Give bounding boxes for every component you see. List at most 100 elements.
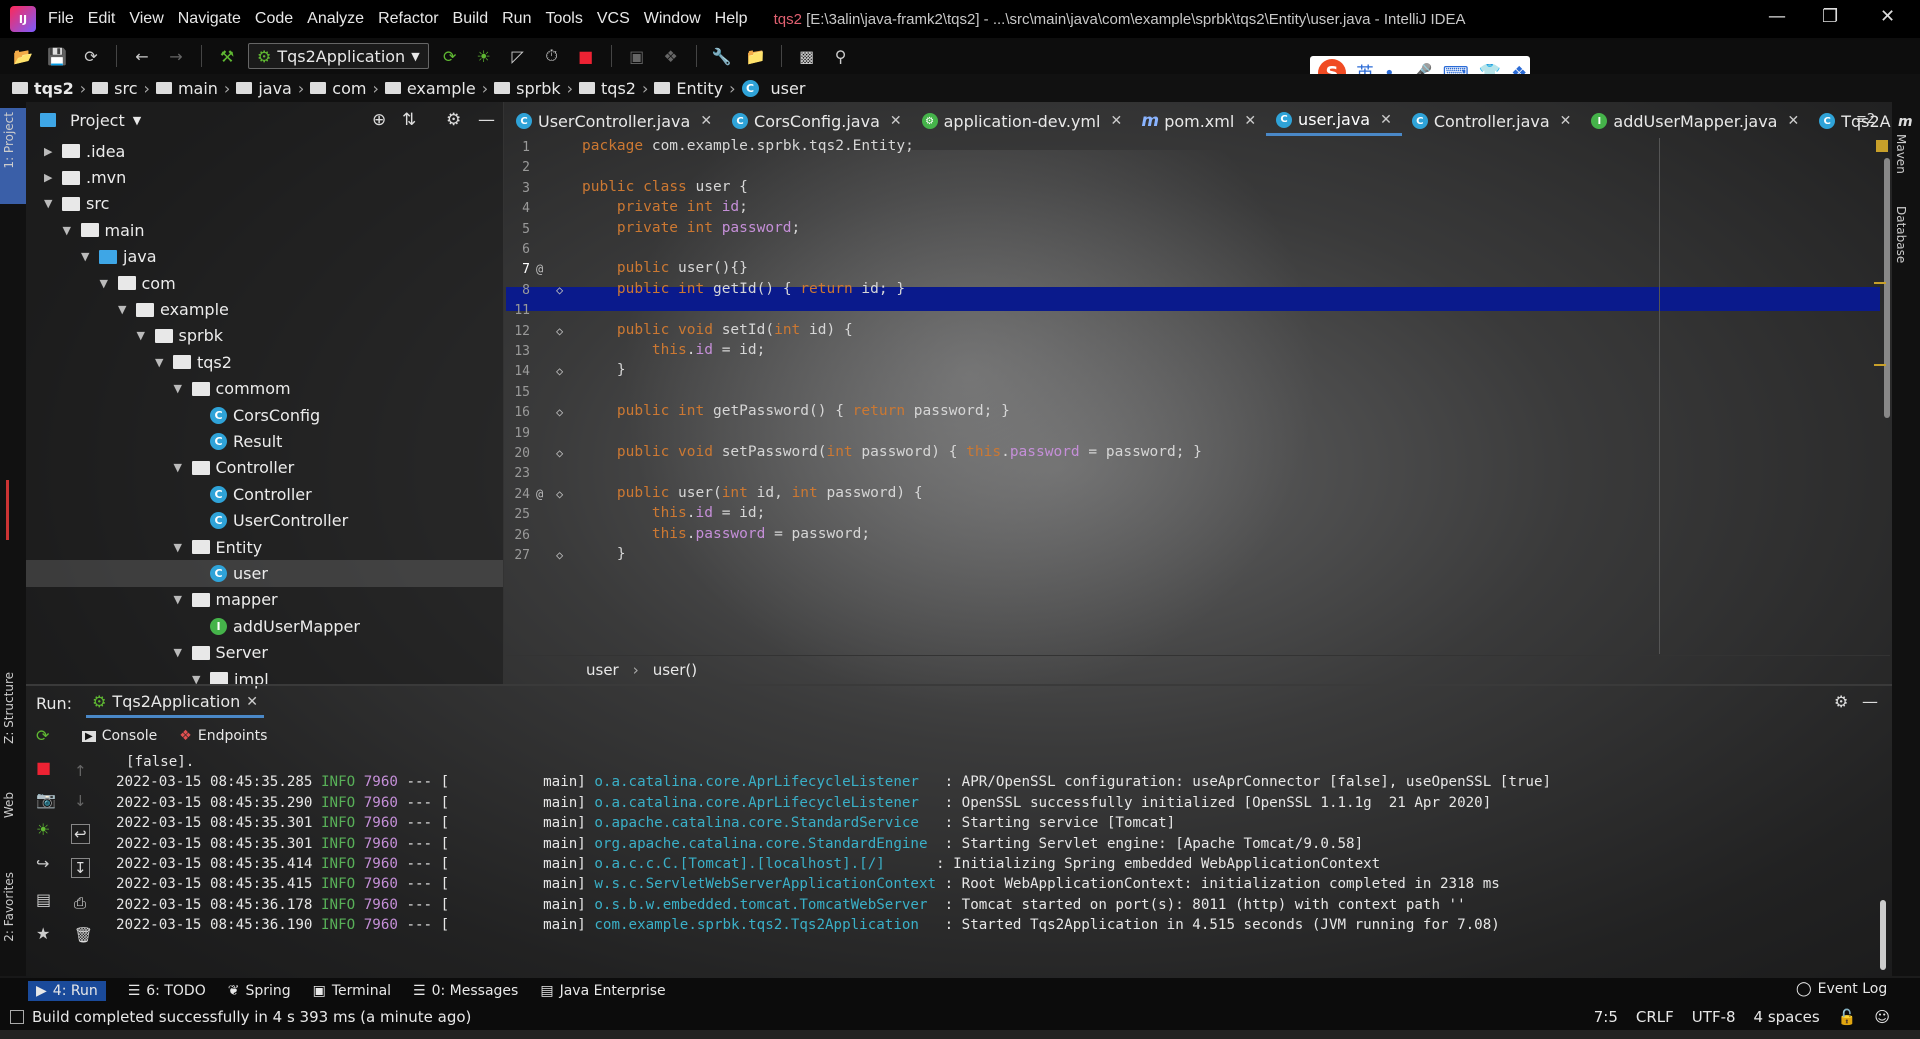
expand-arrow-icon[interactable]: ▼ [155, 356, 173, 369]
rerun-icon[interactable]: ⟳ [437, 43, 463, 69]
breadcrumb-item[interactable]: sprbk [494, 79, 561, 98]
layout-icon[interactable]: ▤ [36, 890, 51, 909]
tool-tab-project[interactable]: 1: Project [2, 112, 16, 169]
line-number[interactable]: 13 [506, 344, 530, 359]
tool-window-0-messages[interactable]: ☰ 0: Messages [413, 983, 518, 999]
caret-position[interactable]: 7:5 [1594, 1008, 1618, 1026]
project-structure-icon[interactable]: 📁 [743, 43, 769, 69]
log-line[interactable]: 2022-03-15 08:45:35.414 INFO 7960 --- [ … [116, 856, 1380, 872]
close-tab-icon[interactable]: ✕ [1380, 112, 1392, 128]
breadcrumb-item[interactable]: com [310, 79, 366, 98]
breadcrumb-item[interactable]: Cuser [741, 79, 805, 98]
forward-icon[interactable]: → [163, 43, 189, 69]
line-number[interactable]: 12 [506, 324, 530, 339]
fold-icon[interactable]: ◇ [556, 487, 563, 501]
tree-node-result[interactable]: C Result [26, 428, 503, 454]
line-number[interactable]: 8 [506, 283, 530, 298]
expand-arrow-icon[interactable]: ▼ [174, 461, 192, 474]
line-number[interactable]: 3 [506, 181, 530, 196]
tree-node-sprbk[interactable]: ▼ sprbk [26, 323, 503, 349]
breadcrumb-item[interactable]: example [384, 79, 476, 98]
tool-window-4-run[interactable]: ▶ 4: Run [28, 981, 106, 1001]
editor-tab-application-dev-yml[interactable]: ⚙ application-dev.yml ✕ [912, 106, 1133, 136]
line-separator[interactable]: CRLF [1636, 1008, 1674, 1026]
expand-arrow-icon[interactable]: ▼ [63, 224, 81, 237]
line-number[interactable]: 27 [506, 548, 530, 563]
menu-file[interactable]: File [48, 10, 74, 28]
breadcrumb-item[interactable]: src [92, 79, 138, 98]
menu-view[interactable]: View [129, 10, 163, 28]
tool-window-java-enterprise[interactable]: ▤ Java Enterprise [540, 983, 665, 999]
breadcrumb-item[interactable]: main [155, 79, 218, 98]
pin-icon[interactable]: ★ [36, 924, 50, 943]
close-tab-icon[interactable]: ✕ [890, 113, 902, 129]
hide-panel-icon[interactable]: — [478, 110, 495, 130]
menu-run[interactable]: Run [502, 10, 531, 28]
status-message[interactable]: Build completed successfully in 4 s 393 … [32, 1008, 471, 1026]
editor-tab-addusermapper-java[interactable]: IaddUserMapper.java ✕ [1581, 106, 1809, 136]
breadcrumb-class[interactable]: user [586, 661, 619, 679]
tool-window-spring[interactable]: ❦ Spring [228, 983, 291, 999]
code-line[interactable]: public user(){} [582, 260, 748, 276]
menu-help[interactable]: Help [715, 10, 748, 28]
line-number[interactable]: 19 [506, 426, 530, 441]
line-number[interactable]: 2 [506, 160, 530, 175]
code-editor[interactable]: 1 2 3 4 5 6 7 8 11 12 13 14 15 16 19 20 23 24 25 26 27 @ @ ◇ ◇ ◇ ◇… [506, 138, 1880, 654]
warning-marker[interactable] [1874, 364, 1886, 366]
log-line[interactable]: 2022-03-15 08:45:35.301 INFO 7960 --- [ … [116, 836, 1363, 852]
tree-node-user[interactable]: Cuser [26, 560, 503, 587]
collapse-arrow-icon[interactable]: ▶ [44, 145, 62, 158]
close-icon[interactable]: ✕ [1880, 6, 1895, 27]
console-tab[interactable]: ▶ Console [82, 728, 157, 744]
override-marker-icon[interactable]: @ [536, 487, 543, 501]
console-scrollbar-thumb[interactable] [1880, 900, 1886, 970]
gear-icon[interactable]: ⚙ [446, 110, 461, 130]
terminal-window-icon[interactable]: ▩ [794, 43, 820, 69]
line-number[interactable]: 1 [506, 140, 530, 155]
log-line[interactable]: 2022-03-15 08:45:36.178 INFO 7960 --- [ … [116, 897, 1466, 913]
code-line[interactable]: private int password; [582, 220, 800, 236]
breadcrumb-item[interactable]: java [236, 79, 292, 98]
vcs-icon[interactable]: ❖ [658, 43, 684, 69]
tool-window-6-todo[interactable]: ☰ 6: TODO [128, 983, 206, 999]
expand-arrow-icon[interactable]: ▼ [174, 541, 192, 554]
menu-vcs[interactable]: VCS [597, 10, 630, 28]
tree-node-example[interactable]: ▼ example [26, 296, 503, 322]
tool-tab-structure[interactable]: Z: Structure [2, 672, 16, 744]
tool-tab-web[interactable]: Web [2, 792, 16, 818]
search-icon[interactable]: ⚲ [828, 43, 854, 69]
log-line[interactable]: 2022-03-15 08:45:35.285 INFO 7960 --- [ … [116, 774, 1551, 790]
expand-arrow-icon[interactable]: ▼ [118, 303, 136, 316]
breadcrumb-item[interactable]: tqs2 [579, 79, 636, 98]
tree-node-controller[interactable]: C Controller [26, 481, 503, 507]
line-number[interactable]: 16 [506, 405, 530, 420]
code-line[interactable]: package com.example.sprbk.tqs2.Entity; [582, 138, 914, 154]
tree-node-src[interactable]: ▼ src [26, 191, 503, 217]
breadcrumb-item[interactable]: tqs2 [12, 79, 74, 98]
save-icon[interactable]: 💾 [44, 43, 70, 69]
editor-error-stripe[interactable] [1874, 136, 1890, 656]
file-encoding[interactable]: UTF-8 [1692, 1008, 1736, 1026]
line-number[interactable]: 14 [506, 364, 530, 379]
line-number[interactable]: 7 [506, 262, 530, 277]
line-number[interactable]: 6 [506, 242, 530, 257]
code-line[interactable]: public void setId(int id) { [582, 322, 853, 338]
status-toggle-icon[interactable] [10, 1010, 24, 1024]
line-number[interactable]: 11 [506, 303, 530, 318]
run-configuration-select[interactable]: ⚙ Tqs2Application ▼ [248, 43, 429, 69]
attach-debugger-icon[interactable]: ▣ [624, 43, 650, 69]
expand-arrow-icon[interactable]: ▼ [174, 593, 192, 606]
close-tab-icon[interactable]: ✕ [700, 113, 712, 129]
tree-node-usercontroller[interactable]: C UserController [26, 507, 503, 533]
editor-tab-user-java[interactable]: Cuser.java ✕ [1266, 106, 1402, 136]
collapse-arrow-icon[interactable]: ▶ [44, 171, 62, 184]
line-number[interactable]: 15 [506, 385, 530, 400]
code-line[interactable]: public user(int id, int password) { [582, 485, 923, 501]
chevron-down-icon[interactable]: ▼ [133, 114, 141, 127]
coverage-icon[interactable]: ◸ [505, 43, 531, 69]
run-tab-tqs2application[interactable]: ⚙ Tqs2Application ✕ [86, 688, 264, 718]
event-log-button[interactable]: ◯ Event Log [1796, 981, 1887, 997]
code-line[interactable]: } [582, 546, 626, 562]
expand-arrow-icon[interactable]: ▼ [100, 277, 118, 290]
profile-icon[interactable]: ⏱ [539, 43, 565, 69]
